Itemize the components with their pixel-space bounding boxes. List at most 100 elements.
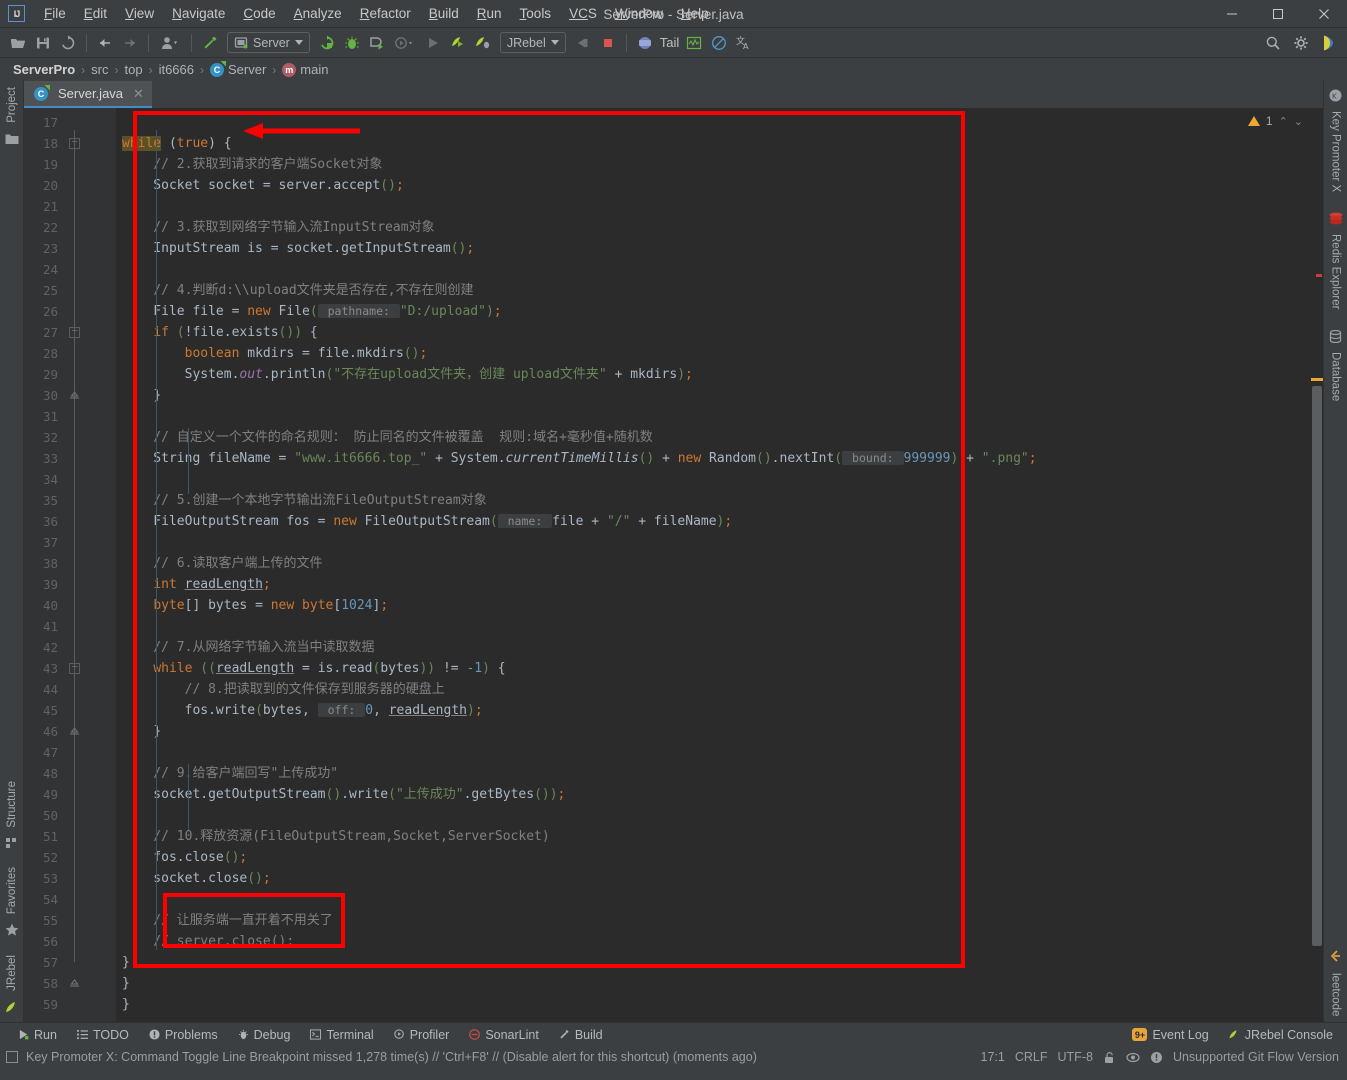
code-line[interactable]: // 6.读取客户端上传的文件 bbox=[116, 553, 1309, 574]
code-line[interactable] bbox=[116, 532, 1309, 553]
gutter-line-number[interactable]: 31 bbox=[24, 406, 116, 427]
code-line[interactable]: } bbox=[116, 721, 1309, 742]
gutter-line-number[interactable]: 22 bbox=[24, 217, 116, 238]
minimize-button[interactable] bbox=[1209, 0, 1255, 28]
bottom-item-run[interactable]: Run bbox=[8, 1026, 67, 1044]
bottom-item-terminal[interactable]: Terminal bbox=[300, 1026, 383, 1044]
sidebar-item-structure[interactable]: Structure bbox=[6, 775, 18, 834]
forward-arrow-icon[interactable] bbox=[118, 31, 142, 55]
code-line[interactable]: // 9.给客户端回写"上传成功" bbox=[116, 763, 1309, 784]
code-line[interactable]: InputStream is = socket.getInputStream()… bbox=[116, 238, 1309, 259]
back-arrow-icon[interactable] bbox=[93, 31, 117, 55]
breadcrumb-item-top[interactable]: top bbox=[122, 62, 146, 77]
gutter-line-number[interactable]: 23 bbox=[24, 238, 116, 259]
code-line[interactable]: FileOutputStream fos = new FileOutputStr… bbox=[116, 511, 1309, 532]
run-configuration-selector[interactable]: Server bbox=[227, 32, 310, 53]
search-icon[interactable] bbox=[1261, 31, 1285, 55]
code-line[interactable]: // 5.创建一个本地字节输出流FileOutputStream对象 bbox=[116, 490, 1309, 511]
gutter-line-number[interactable]: 21 bbox=[24, 196, 116, 217]
stop-gray-icon[interactable] bbox=[571, 31, 595, 55]
code-line[interactable]: // 7.从网络字节输入流当中读取数据 bbox=[116, 637, 1309, 658]
code-line[interactable] bbox=[116, 469, 1309, 490]
gutter-line-number[interactable]: 35 bbox=[24, 490, 116, 511]
gutter-line-number[interactable]: 52 bbox=[24, 847, 116, 868]
code-editor[interactable]: while (true) { // 2.获取到请求的客户端Socket对象 So… bbox=[116, 108, 1309, 1022]
gutter-line-number[interactable]: 58 bbox=[24, 973, 116, 994]
stop-red-icon[interactable] bbox=[596, 31, 620, 55]
editor-gutter[interactable]: 1718192021222324252627282930313233343536… bbox=[24, 108, 116, 1022]
gutter-line-number[interactable]: 38 bbox=[24, 553, 116, 574]
menu-item-tools[interactable]: Tools bbox=[511, 2, 561, 25]
code-line[interactable]: socket.close(); bbox=[116, 868, 1309, 889]
sidebar-item-key-promoter-x[interactable]: Key Promoter X bbox=[1330, 105, 1342, 198]
fold-collapse-icon[interactable] bbox=[69, 663, 80, 674]
gutter-line-number[interactable]: 53 bbox=[24, 868, 116, 889]
menu-item-code[interactable]: Code bbox=[234, 2, 284, 25]
code-line[interactable]: if (!file.exists()) { bbox=[116, 322, 1309, 343]
menu-item-window[interactable]: Window bbox=[606, 2, 672, 25]
code-line[interactable]: int readLength; bbox=[116, 574, 1309, 595]
jrebel-selector[interactable]: JRebel bbox=[499, 32, 566, 53]
code-line[interactable]: // 4.判断d:\\upload文件夹是否存在,不存在则创建 bbox=[116, 280, 1309, 301]
caret-position[interactable]: 17:1 bbox=[981, 1050, 1005, 1064]
code-line[interactable]: // 2.获取到请求的客户端Socket对象 bbox=[116, 154, 1309, 175]
menu-item-view[interactable]: View bbox=[116, 2, 163, 25]
sidebar-item-favorites[interactable]: Favorites bbox=[6, 861, 18, 920]
menu-item-navigate[interactable]: Navigate bbox=[163, 2, 234, 25]
gutter-line-number[interactable]: 44 bbox=[24, 679, 116, 700]
breadcrumb-item-src[interactable]: src bbox=[88, 62, 111, 77]
code-line[interactable]: // 10.释放资源(FileOutputStream,Socket,Serve… bbox=[116, 826, 1309, 847]
git-status[interactable]: Unsupported Git Flow Version bbox=[1173, 1050, 1339, 1064]
editor-marker-bar[interactable] bbox=[1309, 108, 1323, 1022]
bottom-item-event-log[interactable]: 9+ Event Log bbox=[1122, 1026, 1218, 1044]
code-line[interactable] bbox=[116, 112, 1309, 133]
gutter-line-number[interactable]: 50 bbox=[24, 805, 116, 826]
error-marker[interactable] bbox=[1316, 274, 1322, 277]
ide-profile-icon[interactable] bbox=[1317, 31, 1341, 55]
file-encoding[interactable]: UTF-8 bbox=[1058, 1050, 1093, 1064]
code-line[interactable]: socket.getOutputStream().write("上传成功".ge… bbox=[116, 784, 1309, 805]
gutter-line-number[interactable]: 34 bbox=[24, 469, 116, 490]
code-line[interactable]: // 让服务端一直开着不用关了 bbox=[116, 910, 1309, 931]
code-line[interactable] bbox=[116, 805, 1309, 826]
code-line[interactable]: // 自定义一个文件的命名规则： 防止同名的文件被覆盖 规则:域名+毫秒值+随机… bbox=[116, 427, 1309, 448]
menu-item-vcs[interactable]: VCS bbox=[560, 2, 606, 25]
line-separator[interactable]: CRLF bbox=[1015, 1050, 1048, 1064]
maximize-button[interactable] bbox=[1255, 0, 1301, 28]
warning-marker[interactable] bbox=[1311, 378, 1323, 381]
translate-icon[interactable]: 文A bbox=[732, 31, 756, 55]
code-line[interactable] bbox=[116, 889, 1309, 910]
forbidden-icon[interactable] bbox=[707, 31, 731, 55]
bottom-item-debug[interactable]: Debug bbox=[228, 1026, 301, 1044]
close-button[interactable] bbox=[1301, 0, 1347, 28]
run-with-coverage-icon[interactable] bbox=[365, 31, 389, 55]
debug-bug-icon[interactable] bbox=[340, 31, 364, 55]
breadcrumb-item-project[interactable]: ServerPro bbox=[10, 62, 78, 77]
jrebel-debug-icon[interactable] bbox=[471, 31, 495, 55]
breadcrumb-item-main[interactable]: m main bbox=[279, 62, 331, 77]
bottom-item-sonarlint[interactable]: SonarLint bbox=[459, 1026, 549, 1044]
code-line[interactable]: fos.close(); bbox=[116, 847, 1309, 868]
gutter-line-number[interactable]: 49 bbox=[24, 784, 116, 805]
gutter-line-number[interactable]: 51 bbox=[24, 826, 116, 847]
sidebar-item-redis-explorer[interactable]: Redis Explorer bbox=[1330, 228, 1342, 315]
code-line[interactable] bbox=[116, 196, 1309, 217]
previous-problem-icon[interactable]: ⌃ bbox=[1279, 115, 1288, 128]
gutter-line-number[interactable]: 42 bbox=[24, 637, 116, 658]
fold-end-icon[interactable] bbox=[69, 390, 80, 401]
editor-tab-server-java[interactable]: C Server.java ✕ bbox=[24, 81, 152, 108]
code-line[interactable]: // 3.获取到网络字节输入流InputStream对象 bbox=[116, 217, 1309, 238]
notification-icon[interactable] bbox=[1150, 1051, 1163, 1064]
tail-icon[interactable] bbox=[633, 31, 657, 55]
sidebar-item-leetcode[interactable]: leetcode bbox=[1330, 967, 1342, 1022]
gutter-line-number[interactable]: 54 bbox=[24, 889, 116, 910]
inspection-eye-icon[interactable] bbox=[1126, 1051, 1140, 1064]
gutter-line-number[interactable]: 37 bbox=[24, 532, 116, 553]
gutter-line-number[interactable]: 28 bbox=[24, 343, 116, 364]
gutter-line-number[interactable]: 48 bbox=[24, 763, 116, 784]
code-line[interactable]: } bbox=[116, 973, 1309, 994]
sync-icon[interactable] bbox=[56, 31, 80, 55]
code-line[interactable]: byte[] bytes = new byte[1024]; bbox=[116, 595, 1309, 616]
editor-scrollbar-thumb[interactable] bbox=[1312, 386, 1322, 946]
jrebel-run-icon[interactable] bbox=[446, 31, 470, 55]
